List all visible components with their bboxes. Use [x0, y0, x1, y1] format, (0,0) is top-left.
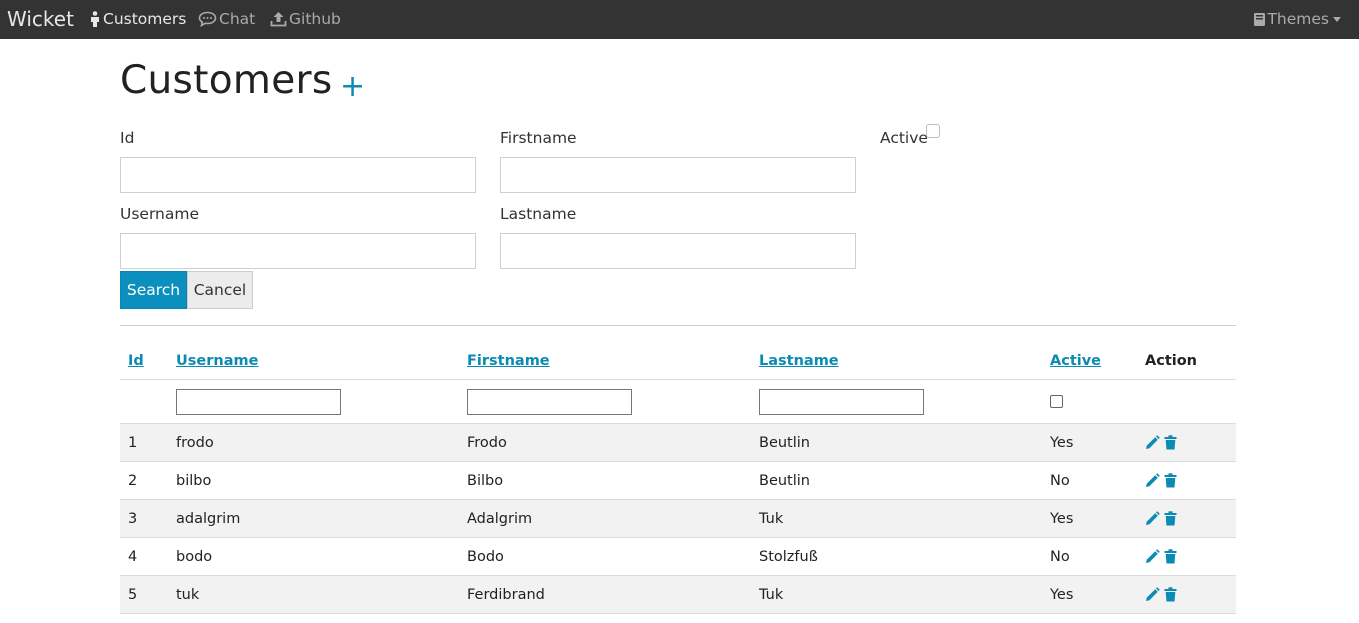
cell-id: 1: [128, 434, 138, 451]
edit-button[interactable]: [1145, 549, 1160, 564]
cell-username: adalgrim: [176, 510, 241, 527]
cell-id: 5: [128, 586, 138, 603]
pencil-icon: [1146, 549, 1160, 563]
trash-icon: [1164, 587, 1177, 602]
cell-id: 2: [128, 472, 138, 489]
cell-firstname: Bilbo: [467, 472, 504, 489]
id-label: Id: [120, 129, 135, 147]
filter-username-input[interactable]: [176, 388, 341, 415]
cell-firstname: Frodo: [467, 434, 507, 451]
firstname-label: Firstname: [500, 129, 577, 147]
username-input[interactable]: [120, 233, 476, 269]
add-customer-button[interactable]: +: [340, 72, 365, 102]
delete-button[interactable]: [1164, 587, 1177, 602]
table-row: 4 bodo Bodo Stolzfuß No: [120, 538, 1236, 576]
nav-item-customers[interactable]: Customers: [89, 10, 186, 28]
edit-button[interactable]: [1145, 473, 1160, 488]
cell-lastname: Tuk: [759, 510, 784, 527]
caret-down-icon: [1333, 16, 1341, 22]
cell-active: No: [1050, 548, 1070, 565]
cell-lastname: Beutlin: [759, 472, 810, 489]
edit-button[interactable]: [1145, 587, 1160, 602]
cell-username: frodo: [176, 434, 214, 451]
trash-icon: [1164, 511, 1177, 526]
themes-label: Themes: [1267, 10, 1329, 28]
firstname-input[interactable]: [500, 157, 856, 193]
chat-icon: [198, 11, 217, 27]
cell-firstname: Ferdibrand: [467, 586, 545, 603]
table-header-row: Id Username Firstname Lastname Active Ac…: [120, 343, 1236, 380]
trash-icon: [1164, 549, 1177, 564]
person-icon: [91, 11, 99, 27]
themes-dropdown[interactable]: Themes: [1253, 10, 1341, 28]
nav-item-label: Github: [289, 10, 341, 28]
active-label: Active: [880, 129, 928, 147]
edit-button[interactable]: [1145, 511, 1160, 526]
action-header: Action: [1145, 353, 1198, 369]
username-label: Username: [120, 205, 200, 223]
sort-id-link[interactable]: Id: [128, 353, 144, 369]
divider: [120, 325, 1236, 326]
lastname-label: Lastname: [500, 205, 577, 223]
search-button[interactable]: Search: [120, 271, 187, 309]
sort-username-link[interactable]: Username: [176, 353, 258, 369]
sort-active-link[interactable]: Active: [1050, 353, 1101, 369]
nav-item-label: Chat: [219, 10, 256, 28]
brand[interactable]: Wicket: [7, 7, 74, 31]
pencil-icon: [1146, 435, 1160, 449]
pencil-icon: [1146, 511, 1160, 525]
table-row: 5 tuk Ferdibrand Tuk Yes: [120, 576, 1236, 614]
id-input[interactable]: [120, 157, 476, 193]
table-filter-row: [120, 380, 1236, 424]
cell-username: tuk: [176, 586, 200, 603]
cell-id: 4: [128, 548, 138, 565]
trash-icon: [1164, 473, 1177, 488]
lastname-input[interactable]: [500, 233, 856, 269]
nav-item-chat[interactable]: Chat: [198, 10, 255, 28]
cell-active: No: [1050, 472, 1070, 489]
filter-lastname-input[interactable]: [759, 388, 924, 415]
nav-item-label: Customers: [103, 10, 187, 28]
navbar: Wicket Customers Chat Github Themes: [0, 0, 1359, 39]
pencil-icon: [1146, 473, 1160, 487]
active-checkbox[interactable]: [926, 124, 940, 138]
cell-lastname: Stolzfuß: [759, 548, 818, 565]
filter-active-checkbox[interactable]: [1050, 395, 1063, 408]
table-row: 1 frodo Frodo Beutlin Yes: [120, 424, 1236, 462]
nav-item-github[interactable]: Github: [270, 10, 341, 28]
book-icon: [1254, 12, 1266, 26]
cell-active: Yes: [1050, 510, 1074, 527]
edit-button[interactable]: [1145, 435, 1160, 450]
cell-firstname: Adalgrim: [467, 510, 533, 527]
page-title: Customers: [120, 58, 333, 103]
delete-button[interactable]: [1164, 549, 1177, 564]
trash-icon: [1164, 435, 1177, 450]
cell-lastname: Beutlin: [759, 434, 810, 451]
cell-active: Yes: [1050, 434, 1074, 451]
cell-id: 3: [128, 510, 138, 527]
upload-icon: [270, 12, 287, 27]
sort-firstname-link[interactable]: Firstname: [467, 353, 550, 369]
sort-lastname-link[interactable]: Lastname: [759, 353, 839, 369]
cell-active: Yes: [1050, 586, 1074, 603]
delete-button[interactable]: [1164, 511, 1177, 526]
cell-username: bilbo: [176, 472, 212, 489]
table-row: 2 bilbo Bilbo Beutlin No: [120, 462, 1236, 500]
cell-lastname: Tuk: [759, 586, 784, 603]
cell-firstname: Bodo: [467, 548, 504, 565]
delete-button[interactable]: [1164, 473, 1177, 488]
cell-username: bodo: [176, 548, 213, 565]
pencil-icon: [1146, 587, 1160, 601]
table-row: 3 adalgrim Adalgrim Tuk Yes: [120, 500, 1236, 538]
delete-button[interactable]: [1164, 435, 1177, 450]
cancel-button[interactable]: Cancel: [187, 271, 253, 309]
filter-firstname-input[interactable]: [467, 388, 632, 415]
